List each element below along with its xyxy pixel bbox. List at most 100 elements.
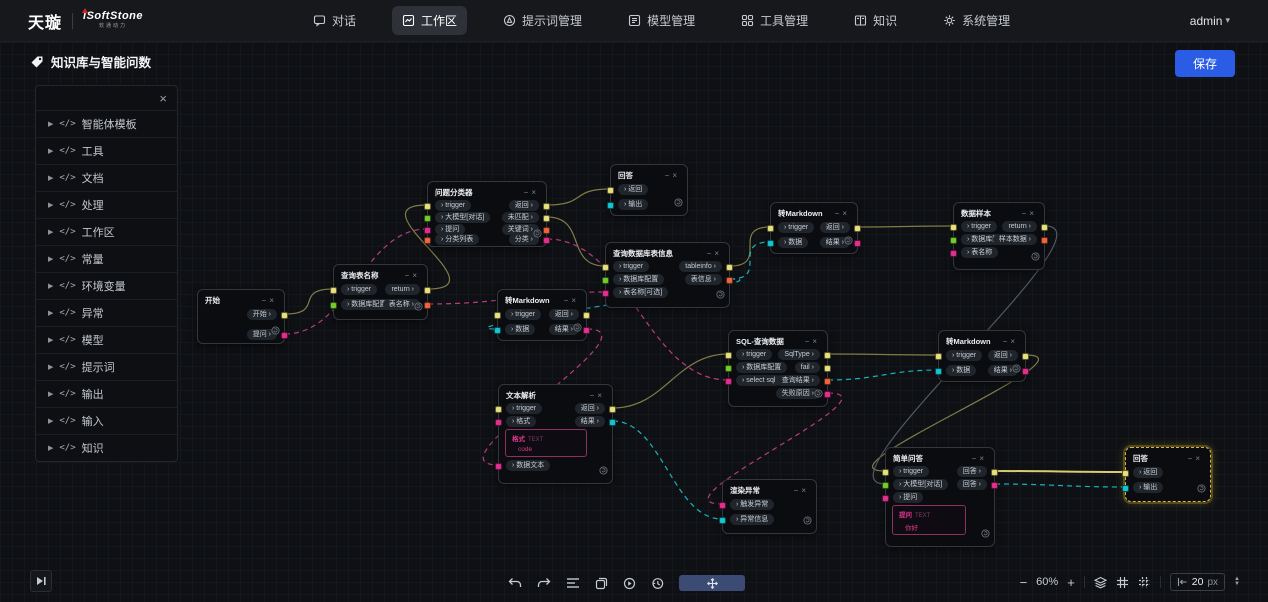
undo-button[interactable] [508, 577, 522, 589]
left-port-yellow[interactable] [495, 406, 502, 413]
left-port-green[interactable] [424, 215, 431, 222]
node-simple-qa[interactable]: 简单问答−×› trigger› 大模型[对话]› 提问回答 ›回答 ›提问TE… [885, 447, 995, 547]
refresh-icon[interactable] [716, 286, 725, 304]
close-icon[interactable]: × [672, 171, 680, 180]
left-port-pink[interactable] [495, 463, 502, 470]
left-port-green[interactable] [882, 482, 889, 489]
node-query-table-name[interactable]: 查询表名称−×› trigger› 数据库配置return ›表名称 › [333, 264, 428, 320]
left-port-cyan[interactable] [935, 368, 942, 375]
refresh-icon[interactable] [1197, 480, 1206, 498]
right-port-yellow[interactable] [543, 203, 550, 210]
right-port-yellow[interactable] [824, 352, 831, 359]
right-port-yellow[interactable] [424, 287, 431, 294]
pan-mode-button[interactable] [679, 575, 745, 591]
zoom-in-button[interactable]: + [1067, 575, 1075, 590]
right-port-pink[interactable] [281, 332, 288, 339]
left-port-cyan[interactable] [767, 240, 774, 247]
sidebar-item-11[interactable]: ▶</>输入 [36, 407, 177, 434]
sidebar-item-1[interactable]: ▶</>工具 [36, 137, 177, 164]
right-port-yellow[interactable] [824, 365, 831, 372]
left-port-orange[interactable] [424, 237, 431, 244]
grid-dots-button[interactable] [1138, 576, 1151, 589]
close-icon[interactable]: × [571, 296, 579, 305]
node-answer-top[interactable]: 回答−×› 返回› 输出 [610, 164, 688, 216]
sidebar-item-3[interactable]: ▶</>处理 [36, 191, 177, 218]
left-port-yellow[interactable] [935, 353, 942, 360]
left-port-yellow[interactable] [330, 287, 337, 294]
left-port-yellow[interactable] [725, 352, 732, 359]
left-port-cyan[interactable] [719, 517, 726, 524]
close-icon[interactable]: × [269, 296, 277, 305]
left-port-pink[interactable] [882, 495, 889, 502]
copy-button[interactable] [595, 577, 608, 590]
refresh-icon[interactable] [1012, 360, 1021, 378]
right-port-orange[interactable] [1041, 237, 1048, 244]
left-port-yellow[interactable] [424, 203, 431, 210]
refresh-icon[interactable] [803, 512, 812, 530]
sidebar-item-12[interactable]: ▶</>知识 [36, 434, 177, 461]
refresh-icon[interactable] [533, 225, 542, 243]
refresh-icon[interactable] [844, 232, 853, 250]
zoom-out-button[interactable]: − [1020, 575, 1028, 590]
right-port-yellow[interactable] [583, 312, 590, 319]
nav-item-knowledge[interactable]: 知识 [844, 6, 907, 35]
node-md-2[interactable]: 转Markdown−×› trigger› 数据返回 ›结果 › [497, 289, 587, 341]
refresh-icon[interactable] [271, 322, 280, 340]
run-button[interactable] [623, 577, 636, 590]
sidebar-item-10[interactable]: ▶</>输出 [36, 380, 177, 407]
sidebar-item-9[interactable]: ▶</>提示词 [36, 353, 177, 380]
left-port-yellow[interactable] [494, 312, 501, 319]
node-data-sample[interactable]: 数据样本−×› trigger› 数据库配置› 表名称return ›样本数据 … [953, 202, 1045, 270]
grid-snap-button[interactable] [1116, 576, 1129, 589]
redo-button[interactable] [537, 577, 551, 589]
close-icon[interactable]: × [531, 188, 539, 197]
close-icon[interactable]: × [1029, 209, 1037, 218]
node-text-parse[interactable]: 文本解析−×› trigger› 格式› 数据文本返回 ›结果 ›格式TEXTc… [498, 384, 613, 484]
refresh-icon[interactable] [814, 385, 823, 403]
right-port-pink[interactable] [583, 327, 590, 334]
close-icon[interactable]: × [1195, 454, 1203, 463]
node-md-1[interactable]: 转Markdown−×› trigger› 数据返回 ›结果 › [770, 202, 858, 254]
nav-item-workspace[interactable]: 工作区 [392, 6, 467, 35]
right-port-yellow[interactable] [281, 312, 288, 319]
step-down-icon[interactable]: ▼ [1234, 582, 1240, 587]
left-port-green[interactable] [950, 237, 957, 244]
left-port-green[interactable] [725, 365, 732, 372]
nav-item-system[interactable]: 系统管理 [933, 6, 1020, 35]
sidebar-item-8[interactable]: ▶</>模型 [36, 326, 177, 353]
right-port-yellow[interactable] [609, 406, 616, 413]
right-port-cyan[interactable] [609, 419, 616, 426]
left-port-pink[interactable] [602, 290, 609, 297]
node-answer-selected[interactable]: 回答−×› 返回› 输出 [1125, 447, 1211, 502]
close-icon[interactable]: × [597, 391, 605, 400]
left-port-pink[interactable] [719, 502, 726, 509]
left-port-yellow[interactable] [950, 224, 957, 231]
expand-panel-button[interactable] [30, 570, 52, 592]
right-port-orange[interactable] [726, 277, 733, 284]
nav-item-tools[interactable]: 工具管理 [731, 6, 818, 35]
close-icon[interactable]: × [801, 486, 809, 495]
user-menu[interactable]: admin ▾ [1190, 14, 1230, 28]
right-port-pink[interactable] [824, 391, 831, 398]
nav-item-chat[interactable]: 对话 [303, 6, 366, 35]
sidebar-item-2[interactable]: ▶</>文档 [36, 164, 177, 191]
right-port-pink[interactable] [991, 482, 998, 489]
close-icon[interactable]: × [979, 454, 987, 463]
refresh-icon[interactable] [674, 194, 683, 212]
right-port-yellow[interactable] [1022, 353, 1029, 360]
close-icon[interactable]: × [159, 92, 167, 105]
close-icon[interactable]: × [812, 337, 820, 346]
right-port-pink[interactable] [854, 240, 861, 247]
node-start[interactable]: 开始−×开始 ›提问 › [197, 289, 285, 344]
right-port-orange[interactable] [543, 227, 550, 234]
left-port-yellow[interactable] [767, 225, 774, 232]
refresh-icon[interactable] [414, 298, 423, 316]
refresh-icon[interactable] [573, 319, 582, 337]
sidebar-item-5[interactable]: ▶</>常量 [36, 245, 177, 272]
left-port-cyan[interactable] [494, 327, 501, 334]
left-port-yellow[interactable] [1122, 470, 1129, 477]
left-port-green[interactable] [602, 277, 609, 284]
node-text-field[interactable]: 格式TEXTcode [505, 429, 587, 457]
right-port-pink[interactable] [543, 237, 550, 244]
left-port-yellow[interactable] [882, 469, 889, 476]
